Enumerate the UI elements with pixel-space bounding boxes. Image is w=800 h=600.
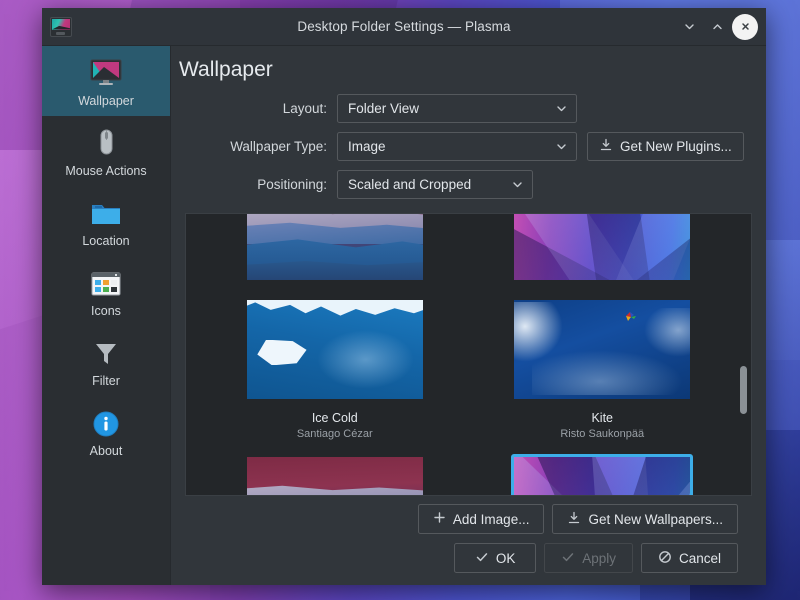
positioning-label: Positioning: [185, 177, 337, 192]
sidebar-item-icons[interactable]: Icons [42, 256, 170, 326]
wallpaper-author: Risto Saukonpää [560, 428, 644, 440]
wallpaper-tile[interactable] [208, 213, 462, 291]
ok-label: OK [496, 551, 516, 566]
check-icon [561, 550, 575, 567]
chevron-down-icon [495, 178, 524, 191]
wallpaper-actions-row: Add Image... Get New Wallpapers... [199, 504, 738, 534]
cancel-label: Cancel [679, 551, 721, 566]
dialog-buttons-row: OK Apply Cancel [199, 543, 738, 573]
layout-row: Layout: Folder View [185, 94, 752, 123]
sidebar-item-label: Location [82, 234, 129, 248]
wallpaper-type-row: Wallpaper Type: Image Get New Plugins... [185, 132, 752, 161]
sidebar-item-filter[interactable]: Filter [42, 326, 170, 396]
sidebar-item-label: Filter [92, 374, 120, 388]
positioning-row: Positioning: Scaled and Cropped [185, 170, 752, 199]
cancel-button[interactable]: Cancel [641, 543, 738, 573]
settings-content: Wallpaper Layout: Folder View Wallpaper … [171, 46, 766, 585]
wallpaper-thumbnail [244, 213, 426, 283]
chevron-down-icon [539, 140, 568, 153]
apply-button: Apply [544, 543, 633, 573]
wallpaper-type-select[interactable]: Image [337, 132, 577, 161]
window-titlebar[interactable]: Desktop Folder Settings — Plasma [42, 8, 766, 46]
wallpaper-thumbnail [244, 297, 426, 402]
layout-select[interactable]: Folder View [337, 94, 577, 123]
settings-sidebar: Wallpaper Mouse Actions [42, 46, 171, 585]
sidebar-item-mouse-actions[interactable]: Mouse Actions [42, 116, 170, 186]
window-title: Desktop Folder Settings — Plasma [42, 19, 766, 34]
wallpaper-grid-container[interactable]: Ice Cold Santiago Cézar [185, 213, 752, 496]
info-circle-icon [91, 404, 121, 438]
positioning-select[interactable]: Scaled and Cropped [337, 170, 533, 199]
sidebar-item-wallpaper[interactable]: Wallpaper [42, 46, 170, 116]
wallpaper-thumbnail-selected [511, 454, 693, 496]
get-new-wallpapers-label: Get New Wallpapers... [588, 512, 723, 527]
dialog-footer: Add Image... Get New Wallpapers... [185, 496, 752, 585]
window-controls [676, 14, 766, 40]
chevron-down-icon [539, 102, 568, 115]
settings-window: Desktop Folder Settings — Plasma [42, 8, 766, 585]
sidebar-item-label: Wallpaper [78, 94, 134, 108]
sidebar-item-location[interactable]: Location [42, 186, 170, 256]
kite-object-icon [625, 310, 638, 321]
download-icon [599, 138, 613, 155]
wallpaper-thumbnail [511, 297, 693, 402]
sidebar-item-label: Mouse Actions [65, 164, 146, 178]
wallpaper-tile-kite[interactable]: Kite Risto Saukonpää [476, 291, 730, 448]
get-new-plugins-label: Get New Plugins... [620, 139, 732, 154]
funnel-filter-icon [90, 334, 122, 368]
wallpaper-thumbnail [244, 454, 426, 496]
wallpaper-tile-ice-cold[interactable]: Ice Cold Santiago Cézar [208, 291, 462, 448]
positioning-value: Scaled and Cropped [348, 177, 471, 192]
get-new-plugins-button[interactable]: Get New Plugins... [587, 132, 744, 161]
sidebar-item-label: Icons [91, 304, 121, 318]
maximize-icon[interactable] [704, 14, 730, 40]
plus-icon [433, 511, 446, 527]
wallpaper-tile[interactable] [476, 213, 730, 291]
close-icon[interactable] [732, 14, 758, 40]
cancel-icon [658, 550, 672, 567]
sidebar-item-about[interactable]: About [42, 396, 170, 466]
wallpaper-grid-scrollbar[interactable] [739, 217, 748, 492]
sidebar-item-label: About [90, 444, 123, 458]
wallpaper-author: Santiago Cézar [297, 428, 373, 440]
add-image-label: Add Image... [453, 512, 530, 527]
wallpaper-name: Kite [591, 411, 613, 425]
check-icon [475, 550, 489, 567]
download-icon [567, 511, 581, 528]
page-title: Wallpaper [179, 58, 766, 82]
wallpaper-name: Ice Cold [312, 411, 358, 425]
folder-icon [89, 194, 123, 228]
wallpaper-type-label: Wallpaper Type: [185, 139, 337, 154]
window-icons-icon [90, 264, 122, 298]
wallpaper-type-value: Image [348, 139, 386, 154]
wallpaper-tile-kokkini[interactable]: Kokkini Ken Vermette [208, 448, 462, 496]
wallpaper-tile-shell[interactable]: Shell Lucas Andrade [476, 448, 730, 496]
apply-label: Apply [582, 551, 616, 566]
layout-label: Layout: [185, 101, 337, 116]
add-image-button[interactable]: Add Image... [418, 504, 545, 534]
minimize-icon[interactable] [676, 14, 702, 40]
get-new-wallpapers-button[interactable]: Get New Wallpapers... [552, 504, 738, 534]
wallpaper-thumbnail [511, 213, 693, 283]
mouse-icon [90, 124, 122, 158]
layout-value: Folder View [348, 101, 419, 116]
scrollbar-thumb[interactable] [740, 366, 747, 414]
monitor-wallpaper-icon [88, 54, 124, 88]
wallpaper-grid: Ice Cold Santiago Cézar [186, 213, 751, 496]
ok-button[interactable]: OK [454, 543, 536, 573]
plasma-monitor-icon [50, 17, 72, 37]
